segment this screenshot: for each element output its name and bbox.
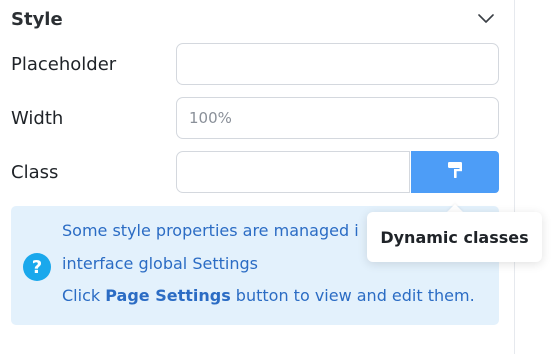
class-input[interactable] [176,151,410,193]
width-row: Width [11,97,499,139]
chevron-down-icon[interactable] [475,8,497,30]
class-row: Class [11,151,499,193]
dynamic-classes-tooltip: Dynamic classes [367,212,542,262]
section-title: Style [11,8,63,30]
placeholder-input[interactable] [176,43,499,85]
page-settings-link: Page Settings [105,286,231,305]
info-line-2: interface global Settings [62,254,258,273]
panel-divider [514,0,515,354]
width-label: Width [11,107,64,129]
placeholder-label: Placeholder [11,53,117,75]
info-line-1: Some style properties are managed i [62,221,359,240]
placeholder-row: Placeholder [11,43,499,85]
question-icon: ? [23,253,51,281]
style-section-header[interactable]: Style [11,6,497,32]
dynamic-classes-button[interactable] [411,151,499,193]
info-line-3: Click Page Settings button to view and e… [62,286,475,305]
style-panel: Style Placeholder Width Class [0,0,514,354]
paint-roller-icon [447,161,463,183]
width-input[interactable] [176,97,499,139]
tooltip-arrow [447,204,463,212]
class-label: Class [11,161,59,183]
